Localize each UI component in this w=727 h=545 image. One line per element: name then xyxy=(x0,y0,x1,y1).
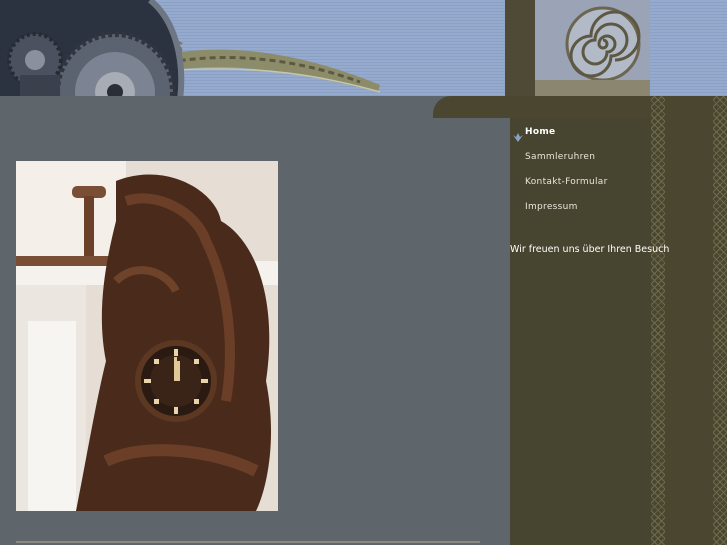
sidebar-pattern-strip xyxy=(651,96,665,545)
nav-item-kontakt-formular[interactable]: Kontakt-Formular xyxy=(525,177,608,187)
nav-item-impressum[interactable]: Impressum xyxy=(525,202,578,212)
leaf-bullet-icon xyxy=(512,128,524,147)
nav-item-sammleruhren[interactable]: Sammleruhren xyxy=(525,152,595,162)
right-pattern-strip xyxy=(713,96,727,545)
welcome-message: Wir freuen uns über Ihren Besuch xyxy=(510,244,670,255)
nav-item-home[interactable]: Home xyxy=(525,127,555,137)
page-header xyxy=(0,0,727,118)
content-bottom-rule xyxy=(16,541,480,543)
carved-cuckoo-clock-photo xyxy=(16,161,278,511)
